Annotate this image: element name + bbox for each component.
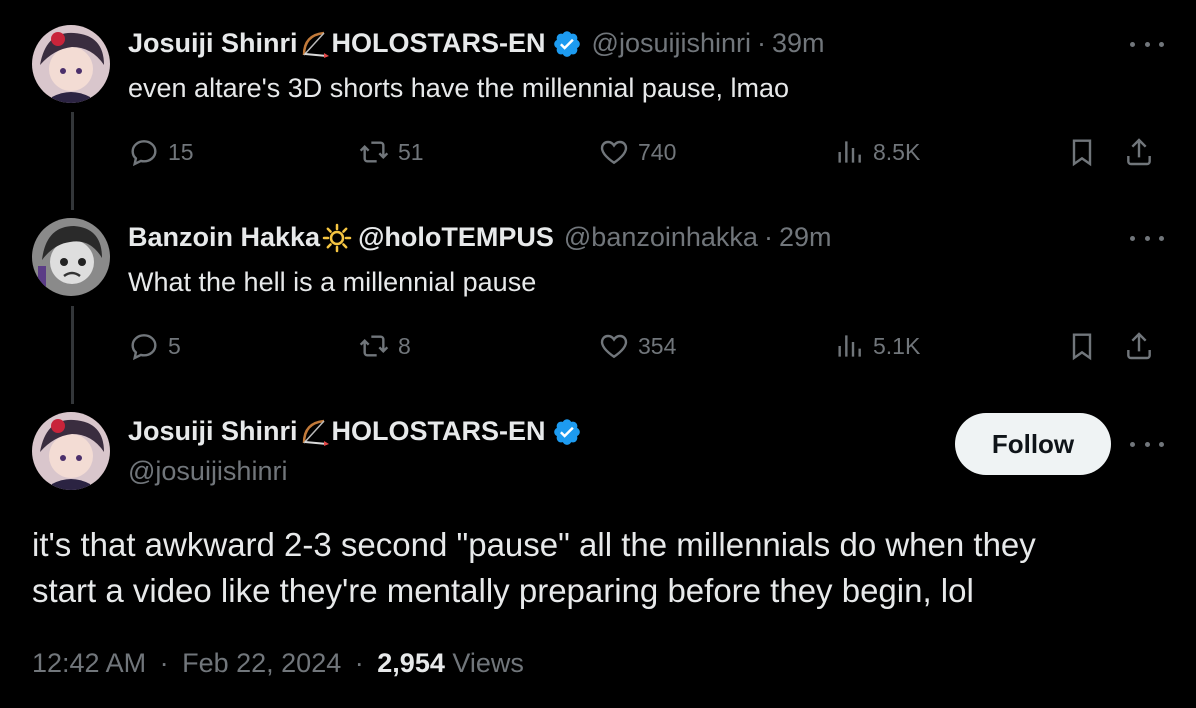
views-count: 2,954 (377, 648, 445, 678)
affiliation[interactable]: @holoTEMPUS (358, 222, 554, 253)
more-options-icon[interactable] (1130, 434, 1164, 454)
display-name[interactable]: Banzoin Hakka (128, 222, 320, 253)
main-tweet-line: start a video like they're mentally prep… (32, 572, 974, 609)
bookmark-button[interactable] (1066, 136, 1106, 168)
reply-count: 5 (168, 332, 181, 359)
verified-badge-icon (553, 418, 580, 445)
handle[interactable]: @josuijishinri (128, 456, 287, 487)
tweet-meta: 12:42 AM · Feb 22, 2024 · 2,954 Views (32, 648, 524, 679)
share-icon (1127, 332, 1151, 360)
separator: · (354, 648, 364, 678)
display-name[interactable]: Josuiji Shinri (128, 28, 298, 59)
reply-button[interactable]: 5 (128, 330, 181, 362)
views-count: 5.1K (873, 332, 921, 359)
timestamp[interactable]: 39m (772, 28, 825, 59)
post-time[interactable]: 12:42 AM (32, 648, 146, 678)
display-name[interactable]: Josuiji Shinri (128, 416, 298, 447)
avatar[interactable] (32, 25, 110, 103)
reply-icon (131, 140, 157, 167)
avatar[interactable] (32, 218, 110, 296)
timestamp[interactable]: 29m (779, 222, 832, 253)
bow-arrow-icon (302, 31, 329, 58)
reply-icon (131, 334, 157, 361)
sun-icon (322, 223, 352, 252)
separator: · (763, 222, 773, 252)
tweet-actions: 5 8 354 5.1K (128, 330, 1168, 366)
share-icon (1127, 138, 1151, 166)
follow-button[interactable]: Follow (955, 413, 1111, 475)
main-tweet-line: it's that awkward 2-3 second "pause" all… (32, 526, 1036, 563)
more-options-icon[interactable] (1130, 34, 1164, 54)
tweet-text: even altare's 3D shorts have the millenn… (128, 73, 790, 103)
tweet-actions: 15 51 740 8.5K (128, 136, 1168, 172)
repost-icon (359, 141, 389, 163)
bow-arrow-icon (302, 419, 329, 446)
like-count: 740 (638, 138, 677, 165)
verified-badge-icon (553, 30, 580, 57)
thread-line (71, 112, 74, 210)
post-date[interactable]: Feb 22, 2024 (182, 648, 341, 678)
handle[interactable]: @banzoinhakka (564, 222, 758, 253)
share-button[interactable] (1123, 330, 1163, 362)
share-button[interactable] (1123, 136, 1163, 168)
bookmark-icon (1072, 139, 1092, 167)
like-button[interactable]: 354 (598, 330, 676, 362)
reply-count: 15 (168, 138, 194, 165)
repost-icon (359, 335, 389, 357)
separator: · (159, 648, 169, 678)
heart-icon (600, 334, 628, 359)
like-count: 354 (638, 332, 677, 359)
tweet-author-row: Banzoin Hakka @holoTEMPUS @banzoinhakka … (128, 222, 831, 253)
more-options-icon[interactable] (1130, 228, 1164, 248)
avatar[interactable] (32, 412, 110, 490)
handle[interactable]: @josuijishinri (592, 28, 751, 59)
tweet-author-row: Josuiji Shinri HOLOSTARS-EN (128, 416, 582, 447)
views-icon (838, 141, 861, 163)
views-count: 8.5K (873, 138, 921, 165)
separator: · (757, 28, 766, 58)
affiliation[interactable]: HOLOSTARS-EN (332, 416, 546, 447)
bookmark-icon (1072, 333, 1092, 361)
repost-button[interactable]: 8 (358, 330, 411, 362)
main-tweet-text: it's that awkward 2-3 second "pause" all… (32, 522, 1036, 614)
tweet-author-row: Josuiji Shinri HOLOSTARS-EN @josuijishin… (128, 28, 825, 59)
bookmark-button[interactable] (1066, 330, 1106, 362)
views-label: Views (452, 648, 524, 678)
affiliation[interactable]: HOLOSTARS-EN (332, 28, 546, 59)
repost-count: 51 (398, 138, 424, 165)
reply-button[interactable]: 15 (128, 136, 194, 168)
views-button[interactable]: 8.5K (833, 136, 920, 168)
repost-button[interactable]: 51 (358, 136, 424, 168)
thread-line (71, 306, 74, 404)
repost-count: 8 (398, 332, 411, 359)
tweet-text: What the hell is a millennial pause (128, 267, 537, 297)
heart-icon (600, 140, 628, 165)
like-button[interactable]: 740 (598, 136, 676, 168)
views-button[interactable]: 5.1K (833, 330, 920, 362)
views-icon (838, 335, 861, 357)
